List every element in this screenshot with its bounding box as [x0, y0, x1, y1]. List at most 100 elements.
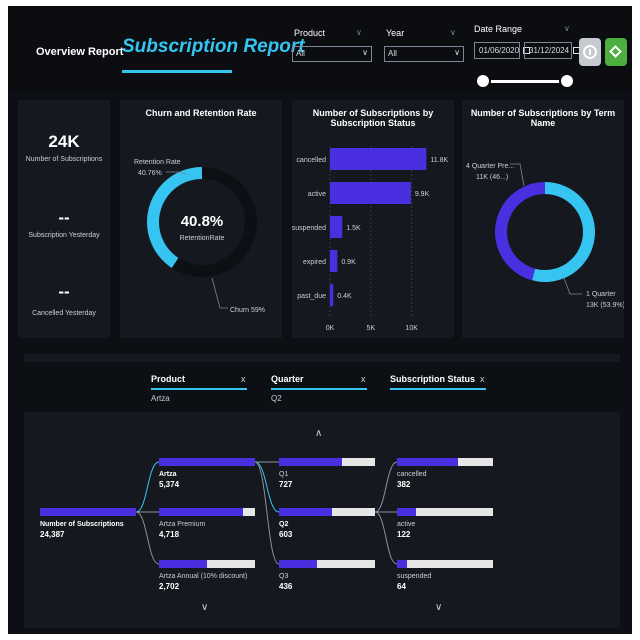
tree-node-bar-fill [40, 508, 136, 516]
tree-node[interactable]: active 122 [397, 508, 493, 542]
product-collapse-chevron-icon[interactable]: ∨ [356, 28, 362, 37]
term-donut-card: Number of Subscriptions by Term Name 4 Q… [462, 100, 624, 338]
tree-node[interactable]: Artza Premium 4,718 [159, 508, 255, 542]
year-dropdown-value: All [388, 49, 397, 58]
tree-node-value: 122 [397, 530, 411, 539]
y-category-label: active [308, 191, 326, 198]
tree-node-label: Artza Premium [159, 521, 206, 528]
tree-node-bar [159, 560, 255, 568]
tab-overview-report[interactable]: Overview Report [36, 46, 123, 58]
end-date-value: 31/12/2024 [529, 46, 570, 55]
tree-connector [135, 461, 160, 513]
x-tick-label: 10K [405, 325, 418, 332]
decomposition-tree: Product x Artza Quarter x Q2 Subscriptio… [24, 354, 620, 628]
date-range-chevron-icon[interactable]: ∨ [564, 24, 570, 33]
y-category-label: cancelled [296, 157, 326, 164]
tree-node-label: Artza [159, 471, 177, 478]
tree-node-label: cancelled [397, 471, 427, 478]
center-value: 40.8% [181, 213, 224, 230]
tree-node-label: Q3 [279, 573, 289, 580]
tree-node-value: 382 [397, 480, 411, 489]
tree-node-bar [279, 458, 375, 466]
year-filter-label: Year [386, 28, 405, 38]
term-slice-1-quarter-value: 13K (53.9%) [586, 302, 624, 309]
info-button[interactable] [579, 38, 601, 66]
status-bar [330, 250, 338, 272]
year-dropdown[interactable]: All ∨ [384, 46, 464, 62]
report-header: Overview Report Subscription Report Prod… [8, 6, 632, 92]
tree-node-bar-fill [397, 458, 458, 466]
kpi-subscriptions-value: 24K [48, 132, 80, 151]
status-bar [330, 182, 411, 204]
date-range-label: Date Range [474, 24, 523, 34]
tree-node-bar-fill [397, 560, 408, 568]
start-date-input[interactable]: 01/06/2020 [474, 42, 531, 59]
tree-node-value: 5,374 [159, 480, 180, 489]
status-bar [330, 148, 427, 170]
term-donut-chart: 4 Quarter Pre... 11K (46...) 1 Quarter 13K … [466, 163, 624, 309]
report-canvas: Overview Report Subscription Report Prod… [8, 6, 632, 634]
tree-node-bar-fill [279, 508, 332, 516]
x-tick-label: 0K [326, 325, 335, 332]
status-bar [330, 216, 343, 238]
product-dropdown-value: All [296, 49, 305, 58]
tree-node-bar [279, 508, 375, 516]
tree-node-value: 727 [279, 480, 293, 489]
tree-node-bar-fill [279, 560, 318, 568]
tree-node-value: 2,702 [159, 582, 180, 591]
churn-slice-label: Churn 59% [230, 307, 265, 314]
y-category-label: suspended [292, 225, 326, 232]
term-slice-4-quarter-value: 11K (46...) [476, 174, 508, 181]
bar-data-label: 11.8K [430, 157, 448, 164]
bar-data-label: 9.9K [415, 191, 430, 198]
tree-node-label: Q2 [279, 521, 289, 528]
kpi-cancelled-yesterday-label: Cancelled Yesterday [32, 310, 96, 317]
tree-node-value: 603 [279, 530, 293, 539]
tree-node[interactable]: Q3 436 [279, 560, 375, 594]
info-icon-stroke [589, 49, 591, 55]
status-bar [330, 284, 334, 306]
y-category-label: past_due [297, 293, 326, 300]
tree-node-bar [279, 560, 375, 568]
status-bar-card: Number of Subscriptions by Subscription … [292, 100, 454, 338]
tree-node-label: active [397, 521, 416, 528]
tree-node-bar [40, 508, 136, 516]
tree-node-label: suspended [397, 573, 432, 580]
tree-root-node[interactable]: Number of Subscriptions 24,387 [40, 508, 136, 542]
kpi-card: 24K Number of Subscriptions -- Subscript… [18, 100, 110, 338]
tree-node-value: 24,387 [40, 530, 65, 539]
tree-node-bar-fill [159, 560, 208, 568]
retention-slice-label: Retention Rate [134, 159, 181, 166]
kpi-cancelled-yesterday-value: -- [58, 282, 70, 301]
tree-node[interactable]: Q2 603 [279, 508, 375, 542]
term-slice-1-quarter [532, 182, 595, 282]
term-slice-1-quarter-label: 1 Quarter [586, 291, 616, 298]
date-range-start-handle[interactable] [475, 73, 491, 89]
kpi-subscriptions-label: Number of Subscriptions [25, 156, 103, 163]
tree-node-bar [159, 508, 255, 516]
tree-connector [135, 511, 160, 565]
clear-filters-button[interactable] [605, 38, 627, 66]
term-slice-4-quarter [495, 182, 545, 281]
kpi-subscription-yesterday-label: Subscription Yesterday [28, 232, 100, 239]
tree-node-bar [397, 508, 493, 516]
tree-connector [374, 461, 398, 513]
product-dropdown[interactable]: All ∨ [292, 46, 372, 62]
date-range-end-handle[interactable] [559, 73, 575, 89]
tree-node[interactable]: Artza 5,374 [159, 458, 255, 492]
center-label: RetentionRate [180, 235, 225, 242]
tree-node-label: Artza Annual (10% discount) [159, 573, 248, 580]
tree-node[interactable]: cancelled 382 [397, 458, 493, 492]
tree-node[interactable]: Artza Annual (10% discount) 2,702 [159, 560, 255, 594]
chevron-down-icon: ∨ [454, 48, 460, 57]
churn-retention-donut-chart: 40.8% RetentionRate Retention Rate 40.76% Ch… [134, 159, 265, 314]
year-collapse-chevron-icon[interactable]: ∨ [450, 28, 456, 37]
end-date-input[interactable]: 31/12/2024 [524, 42, 581, 59]
tree-node[interactable]: Q1 727 [279, 458, 375, 492]
tree-node-bar-fill [397, 508, 417, 516]
tree-node[interactable]: suspended 64 [397, 560, 493, 594]
tree-node-bar [159, 458, 255, 466]
tree-node-value: 436 [279, 582, 293, 591]
kpi-subscription-yesterday-value: -- [58, 208, 70, 227]
tab-subscription-report[interactable]: Subscription Report [122, 36, 305, 58]
